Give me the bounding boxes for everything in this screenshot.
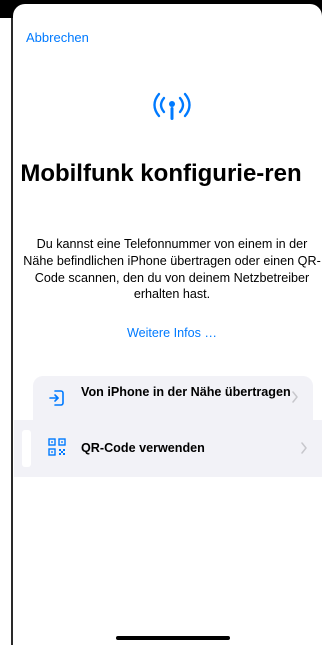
screen: Abbrechen Mobilfunk konfigurie-ren Du ka… <box>0 0 322 645</box>
antenna-icon <box>153 92 191 120</box>
transfer-icon <box>49 390 64 406</box>
cancel-button[interactable]: Abbrechen <box>26 30 89 45</box>
more-info-link[interactable]: Weitere Infos … <box>20 326 322 340</box>
chevron-right-icon <box>292 391 298 403</box>
qr-code-option-label: QR-Code verwenden <box>81 441 205 455</box>
page-title: Mobilfunk konfigurie-ren <box>20 160 302 187</box>
chevron-right-icon <box>301 442 307 454</box>
page-description: Du kannst eine Telefonnummer von einem i… <box>23 237 321 302</box>
home-indicator[interactable] <box>116 636 230 640</box>
qr-code-icon <box>48 438 66 456</box>
transfer-from-iphone-option[interactable]: Von iPhone in der Nähe übertragen <box>33 376 313 420</box>
highlight-edge <box>22 430 31 467</box>
qr-code-option[interactable]: QR-Code verwenden <box>14 420 322 477</box>
sheet-left-edge <box>11 18 13 645</box>
transfer-option-label: Von iPhone in der Nähe übertragen <box>81 385 291 399</box>
options-list: Von iPhone in der Nähe übertragen QR-Cod <box>14 376 322 477</box>
